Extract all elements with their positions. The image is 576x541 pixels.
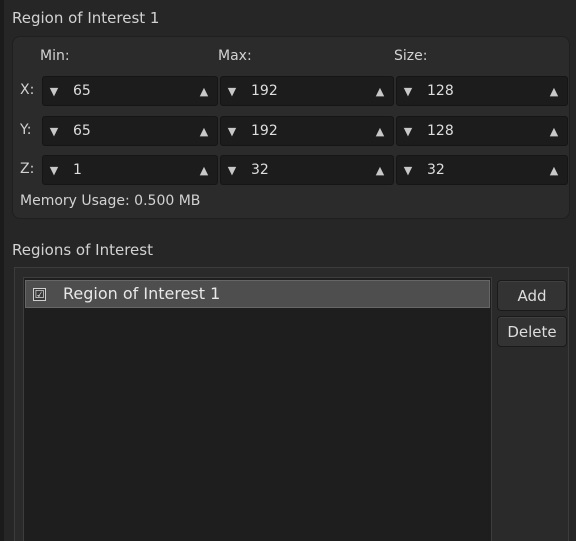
checkbox-checked-icon[interactable]: ☑ bbox=[33, 288, 46, 301]
x-row-label: X: bbox=[20, 82, 35, 98]
decrement-icon[interactable]: ▼ bbox=[397, 156, 419, 184]
increment-icon[interactable]: ▲ bbox=[369, 117, 391, 145]
list-item-label: Region of Interest 1 bbox=[63, 284, 221, 303]
increment-icon[interactable]: ▲ bbox=[543, 117, 565, 145]
y-max-spinbox[interactable]: ▼ 192 ▲ bbox=[220, 116, 394, 146]
y-min-value[interactable]: 65 bbox=[73, 117, 91, 145]
decrement-icon[interactable]: ▼ bbox=[221, 117, 243, 145]
decrement-icon[interactable]: ▼ bbox=[43, 156, 65, 184]
decrement-icon[interactable]: ▼ bbox=[397, 117, 419, 145]
decrement-icon[interactable]: ▼ bbox=[221, 156, 243, 184]
z-size-value[interactable]: 32 bbox=[427, 156, 445, 184]
roi-list-title: Regions of Interest bbox=[12, 241, 153, 259]
increment-icon[interactable]: ▲ bbox=[543, 77, 565, 105]
x-min-value[interactable]: 65 bbox=[73, 77, 91, 105]
decrement-icon[interactable]: ▼ bbox=[43, 77, 65, 105]
z-min-spinbox[interactable]: ▼ 1 ▲ bbox=[42, 155, 218, 185]
window-left-edge bbox=[0, 0, 4, 541]
increment-icon[interactable]: ▲ bbox=[369, 77, 391, 105]
z-max-value[interactable]: 32 bbox=[251, 156, 269, 184]
x-min-spinbox[interactable]: ▼ 65 ▲ bbox=[42, 76, 218, 106]
increment-icon[interactable]: ▲ bbox=[193, 77, 215, 105]
y-min-spinbox[interactable]: ▼ 65 ▲ bbox=[42, 116, 218, 146]
y-size-spinbox[interactable]: ▼ 128 ▲ bbox=[396, 116, 568, 146]
increment-icon[interactable]: ▲ bbox=[193, 156, 215, 184]
increment-icon[interactable]: ▲ bbox=[369, 156, 391, 184]
list-item[interactable]: ☑ Region of Interest 1 bbox=[25, 280, 490, 308]
decrement-icon[interactable]: ▼ bbox=[221, 77, 243, 105]
z-row-label: Z: bbox=[20, 161, 35, 177]
y-max-value[interactable]: 192 bbox=[251, 117, 278, 145]
max-column-header: Max: bbox=[218, 48, 252, 64]
y-row-label: Y: bbox=[20, 122, 32, 138]
roi-section-title: Region of Interest 1 bbox=[12, 9, 160, 27]
increment-icon[interactable]: ▲ bbox=[543, 156, 565, 184]
add-button[interactable]: Add bbox=[497, 280, 567, 311]
decrement-icon[interactable]: ▼ bbox=[43, 117, 65, 145]
x-size-spinbox[interactable]: ▼ 128 ▲ bbox=[396, 76, 568, 106]
z-min-value[interactable]: 1 bbox=[73, 156, 82, 184]
decrement-icon[interactable]: ▼ bbox=[397, 77, 419, 105]
x-max-value[interactable]: 192 bbox=[251, 77, 278, 105]
memory-usage-label: Memory Usage: 0.500 MB bbox=[20, 193, 201, 209]
y-size-value[interactable]: 128 bbox=[427, 117, 454, 145]
delete-button[interactable]: Delete bbox=[497, 316, 567, 347]
x-size-value[interactable]: 128 bbox=[427, 77, 454, 105]
x-max-spinbox[interactable]: ▼ 192 ▲ bbox=[220, 76, 394, 106]
increment-icon[interactable]: ▲ bbox=[193, 117, 215, 145]
z-size-spinbox[interactable]: ▼ 32 ▲ bbox=[396, 155, 568, 185]
size-column-header: Size: bbox=[394, 48, 428, 64]
min-column-header: Min: bbox=[40, 48, 70, 64]
roi-list[interactable] bbox=[23, 277, 492, 541]
z-max-spinbox[interactable]: ▼ 32 ▲ bbox=[220, 155, 394, 185]
